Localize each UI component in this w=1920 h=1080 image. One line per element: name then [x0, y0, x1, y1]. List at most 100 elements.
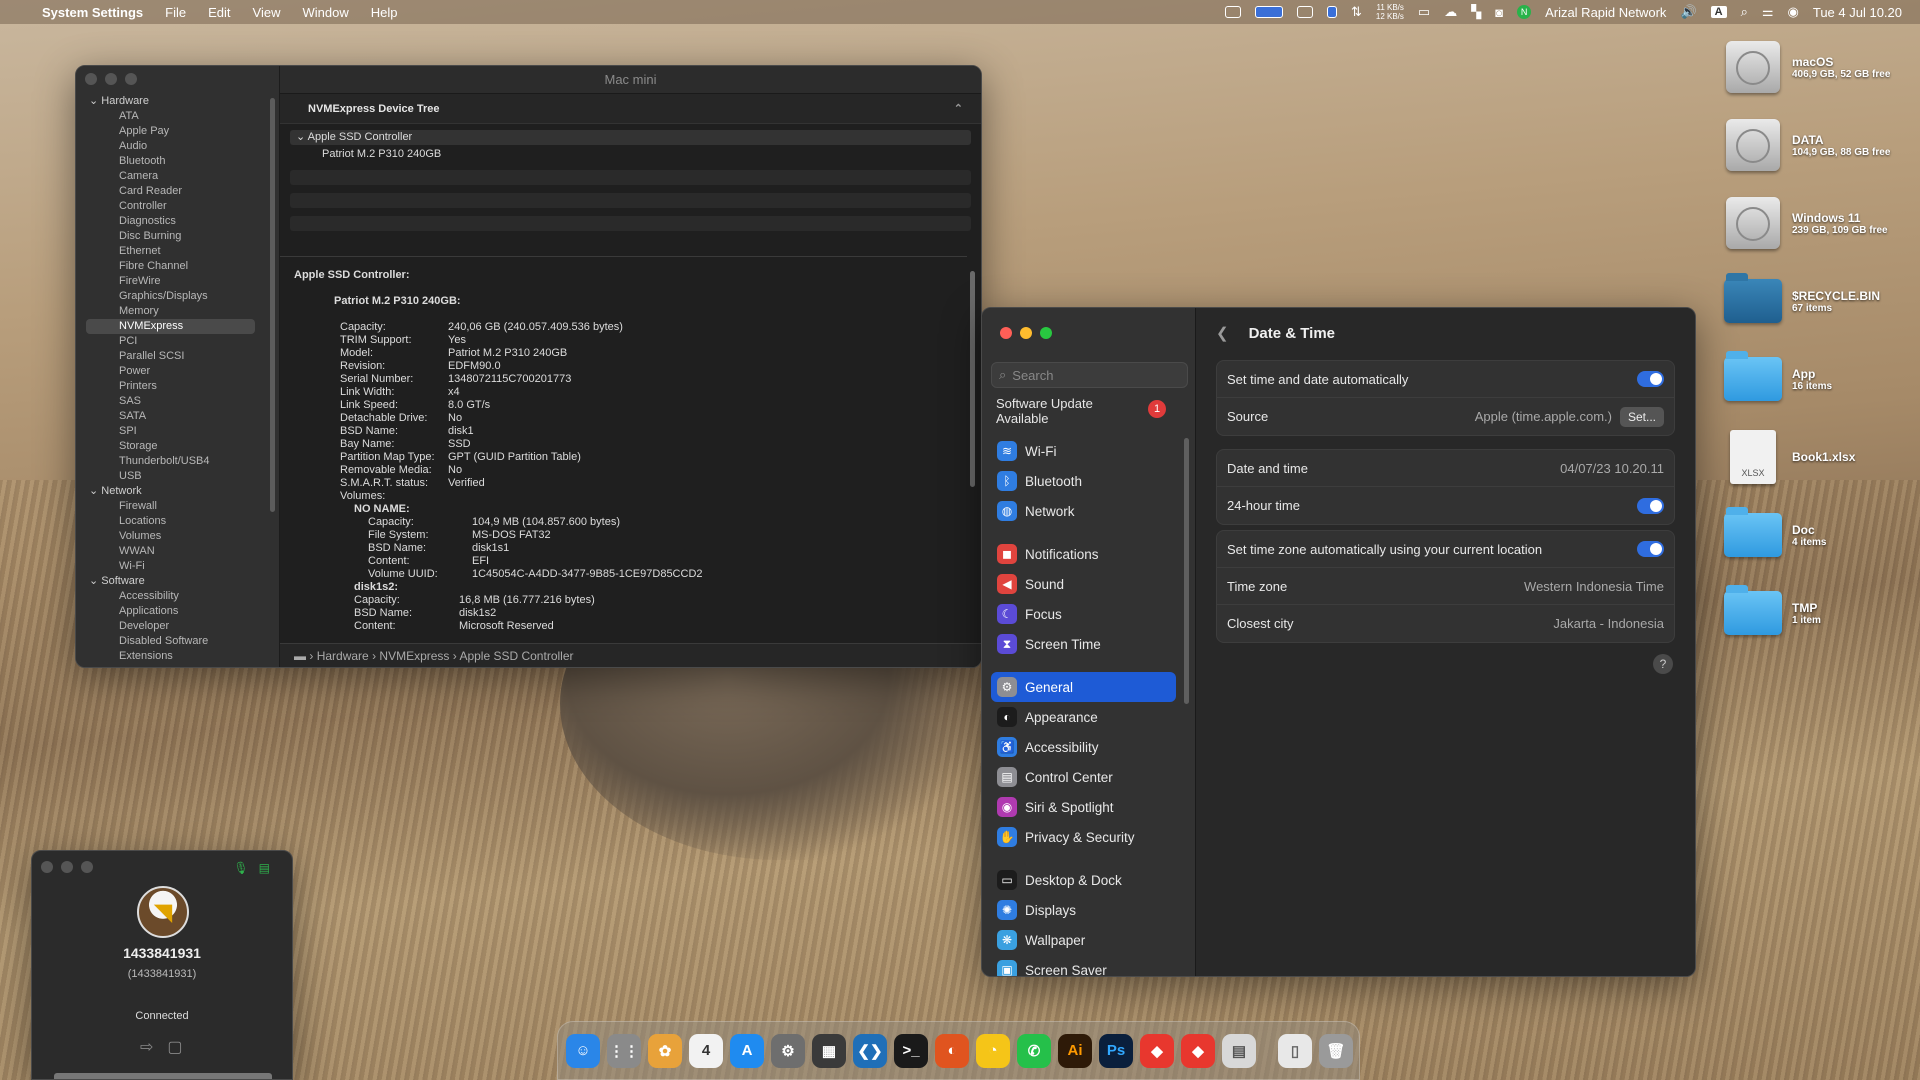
zoom-button[interactable] [125, 73, 137, 85]
desktop-item-data[interactable]: DATA 104,9 GB, 88 GB free [1724, 116, 1920, 174]
file-transfer-icon[interactable]: ⇨ [140, 1037, 153, 1057]
back-chevron-icon[interactable]: ❮ [1216, 324, 1229, 342]
dock-system-settings-icon[interactable]: ⚙ [771, 1033, 805, 1068]
tree-group-software[interactable]: ⌄ Software [76, 574, 265, 589]
tree-item-thunderbolt-usb4[interactable]: Thunderbolt/USB4 [76, 454, 265, 469]
tree-item-storage[interactable]: Storage [76, 439, 265, 454]
tree-item-apple-pay[interactable]: Apple Pay [76, 124, 265, 139]
h24-toggle[interactable] [1637, 497, 1664, 514]
activity-monitor-icon[interactable] [1224, 6, 1241, 18]
sidebar-item-notifications[interactable]: ◼ Notifications [991, 539, 1176, 569]
tree-item-ata[interactable]: ATA [76, 109, 265, 124]
tree-item-usb[interactable]: USB [76, 469, 265, 484]
dock-anydesk-icon[interactable]: ◆ [1140, 1033, 1174, 1068]
sidebar-item-sound[interactable]: ◀ Sound [991, 569, 1176, 599]
sidebar-item-desktop-dock[interactable]: ▭ Desktop & Dock [991, 865, 1176, 895]
disk-icon[interactable] [1326, 6, 1337, 18]
tree-item-locations[interactable]: Locations [76, 514, 265, 529]
tree-item-volumes[interactable]: Volumes [76, 529, 265, 544]
desktop-item-windows-11[interactable]: Windows 11 239 GB, 109 GB free [1724, 194, 1920, 252]
menu-edit[interactable]: Edit [208, 5, 230, 20]
auto-time-toggle[interactable] [1637, 371, 1664, 387]
tree-item-audio[interactable]: Audio [76, 139, 265, 154]
collapse-chevron-icon[interactable]: ⌃ [954, 94, 963, 124]
tree-item-ethernet[interactable]: Ethernet [76, 244, 265, 259]
tree-item-parallel-scsi[interactable]: Parallel SCSI [76, 349, 265, 364]
dock-document-icon[interactable]: ▯ [1278, 1033, 1312, 1068]
tree-item-extensions[interactable]: Extensions [76, 649, 265, 664]
tree-item-bluetooth[interactable]: Bluetooth [76, 154, 265, 169]
cloud-icon[interactable]: ☁ [1444, 4, 1457, 20]
minimize-button[interactable] [105, 73, 117, 85]
disconnect-bar[interactable] [54, 1073, 272, 1079]
desktop-item-book1-xlsx[interactable]: XLSX Book1.xlsx [1724, 428, 1920, 486]
input-source[interactable]: A [1710, 6, 1727, 18]
tree-item-memory[interactable]: Memory [76, 304, 265, 319]
sidebar-item-appearance[interactable]: ◐ Appearance [991, 702, 1176, 732]
menu-clock[interactable]: Tue 4 Jul 10.20 [1813, 5, 1902, 20]
tree-item-firewire[interactable]: FireWire [76, 274, 265, 289]
memory-icon[interactable] [1296, 6, 1313, 18]
airplay-icon[interactable]: ▭ [1418, 4, 1430, 20]
disclosure-chevron-icon[interactable]: ⌄ [89, 575, 101, 587]
tree-item-spi[interactable]: SPI [76, 424, 265, 439]
tree-item-disc-burning[interactable]: Disc Burning [76, 229, 265, 244]
desktop-item-doc[interactable]: Doc 4 items [1724, 506, 1920, 564]
close-button[interactable] [85, 73, 97, 85]
window-manager-icon[interactable]: ▚ [1471, 4, 1481, 20]
desktop-item-app[interactable]: App 16 items [1724, 350, 1920, 408]
tree-item-pci[interactable]: PCI [76, 334, 265, 349]
search-input[interactable]: Search [1012, 368, 1053, 383]
close-button[interactable] [41, 861, 53, 873]
menu-view[interactable]: View [253, 5, 281, 20]
screenshot-icon[interactable]: ◙ [1495, 5, 1503, 20]
dock-chat-icon[interactable]: ◔ [976, 1033, 1010, 1068]
sidebar-item-screen-saver[interactable]: ▣ Screen Saver [991, 955, 1176, 976]
tree-item-sas[interactable]: SAS [76, 394, 265, 409]
sidebar-item-accessibility[interactable]: ♿ Accessibility [991, 732, 1176, 762]
tree-item-printers[interactable]: Printers [76, 379, 265, 394]
tree-item-diagnostics[interactable]: Diagnostics [76, 214, 265, 229]
sidebar-item-wallpaper[interactable]: ❋ Wallpaper [991, 925, 1176, 955]
dock-calculator-icon[interactable]: ▦ [812, 1033, 846, 1068]
tree-group-network[interactable]: ⌄ Network [76, 484, 265, 499]
sidebar-item-network[interactable]: ◍ Network [991, 496, 1176, 526]
network-arrows-icon[interactable]: ⇅ [1351, 4, 1362, 20]
sidebar-item-control-center[interactable]: ▤ Control Center [991, 762, 1176, 792]
path-nvmexpress[interactable]: NVMExpress [379, 649, 449, 663]
sidebar-item-bluetooth[interactable]: ᛒ Bluetooth [991, 466, 1176, 496]
sidebar-item-privacy-security[interactable]: ✋ Privacy & Security [991, 822, 1176, 852]
menu-app-name[interactable]: System Settings [42, 5, 143, 20]
path-hardware[interactable]: Hardware [317, 649, 369, 663]
tree-item-nvmexpress[interactable]: NVMExpress [86, 319, 255, 334]
tree-item-disabled-software[interactable]: Disabled Software [76, 634, 265, 649]
device-row-drive[interactable]: Patriot M.2 P310 240GB [290, 147, 971, 162]
tree-item-power[interactable]: Power [76, 364, 265, 379]
message-icon[interactable]: ▢ [167, 1037, 182, 1057]
sidebar-item-general[interactable]: ⚙ General [991, 672, 1176, 702]
device-row-controller[interactable]: ⌄ Apple SSD Controller [290, 130, 971, 145]
sidebar-item-screen-time[interactable]: ⧗ Screen Time [991, 629, 1176, 659]
dock-trash-icon[interactable]: 🗑 [1319, 1033, 1353, 1068]
control-center-icon[interactable]: ⚌ [1762, 4, 1774, 20]
desktop-item-tmp[interactable]: TMP 1 item [1724, 584, 1920, 642]
close-button[interactable] [1000, 327, 1012, 339]
dock-anydesk-2-icon[interactable]: ◆ [1181, 1033, 1215, 1068]
zoom-button[interactable] [1040, 327, 1052, 339]
tree-item-applications[interactable]: Applications [76, 604, 265, 619]
siri-icon[interactable]: ◉ [1788, 4, 1799, 20]
tree-item-wwan[interactable]: WWAN [76, 544, 265, 559]
tree-item-developer[interactable]: Developer [76, 619, 265, 634]
set-source-button[interactable]: Set... [1619, 406, 1664, 427]
tree-item-accessibility[interactable]: Accessibility [76, 589, 265, 604]
zoom-button[interactable] [81, 861, 93, 873]
tree-group-hardware[interactable]: ⌄ Hardware [76, 94, 265, 109]
wifi-name[interactable]: Arizal Rapid Network [1545, 5, 1666, 20]
dock-photoshop-icon[interactable]: Ps [1099, 1033, 1133, 1068]
dock-photos-icon[interactable]: ✿ [648, 1033, 682, 1068]
tree-item-controller[interactable]: Controller [76, 199, 265, 214]
help-button[interactable]: ? [1653, 654, 1673, 674]
dock-illustrator-icon[interactable]: Ai [1058, 1033, 1092, 1068]
dock-calendar-icon[interactable]: 4 [689, 1033, 723, 1068]
menu-window[interactable]: Window [302, 5, 348, 20]
